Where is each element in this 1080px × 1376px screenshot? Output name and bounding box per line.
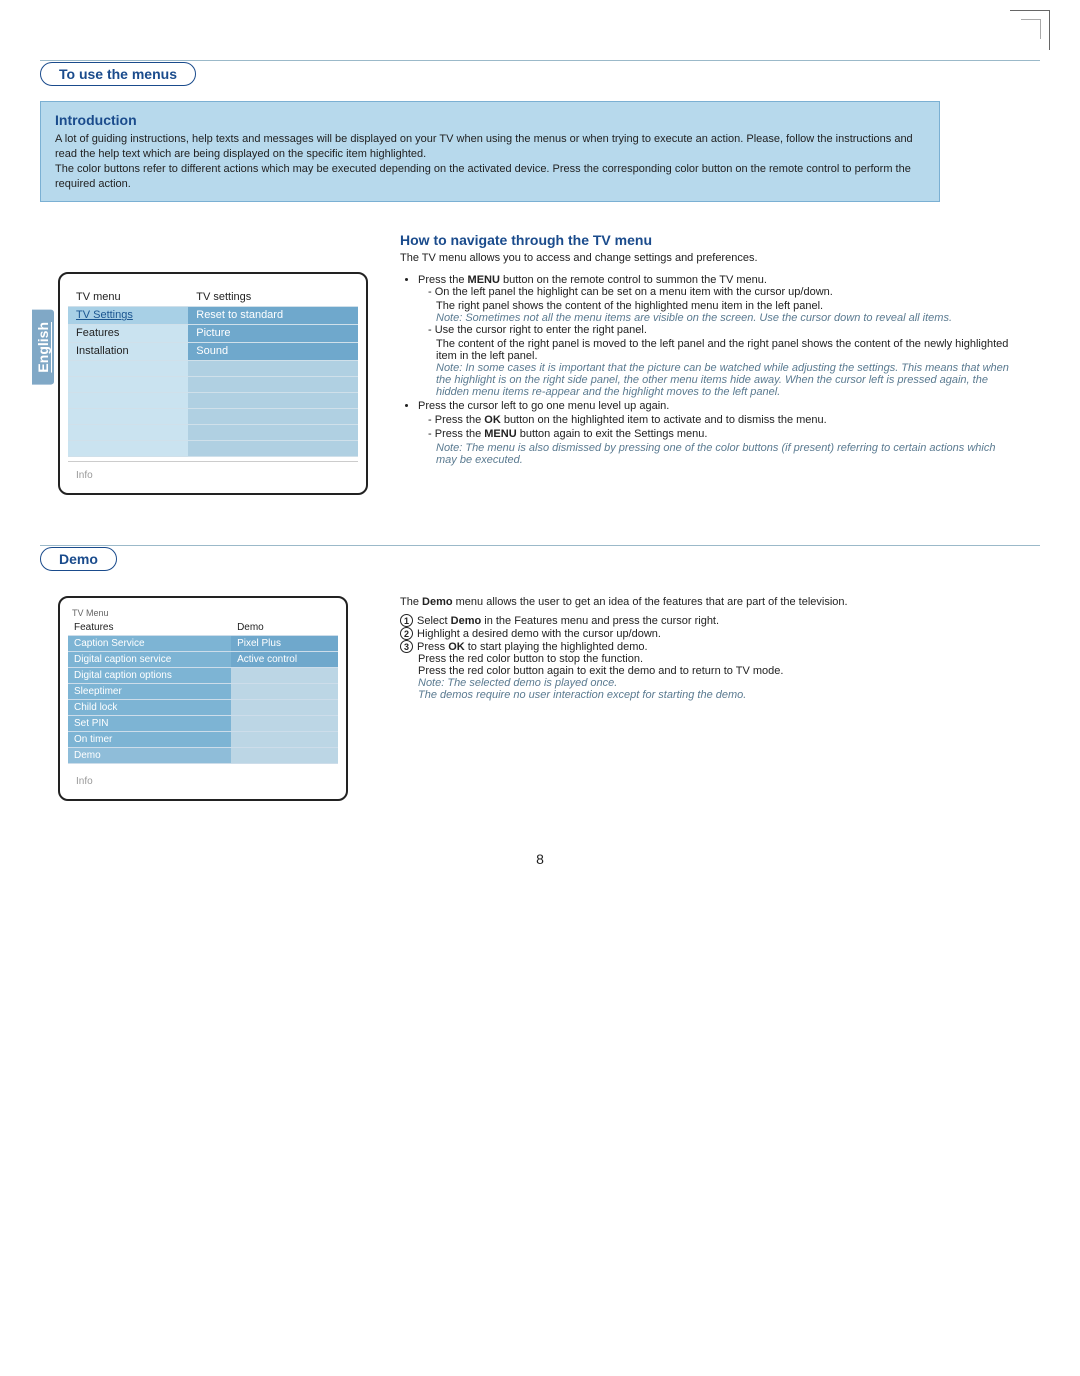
intro-box: Introduction A lot of guiding instructio… bbox=[40, 101, 940, 202]
crop-mark bbox=[1010, 10, 1050, 50]
nav-heading: How to navigate through the TV menu bbox=[400, 232, 1010, 248]
divider bbox=[40, 60, 1040, 61]
nav-instructions: How to navigate through the TV menu The … bbox=[400, 232, 1040, 495]
demo-instructions: The Demo menu allows the user to get an … bbox=[400, 596, 1040, 802]
demo-menu-illustration: TV Menu FeaturesDemo Caption ServicePixe… bbox=[40, 596, 370, 802]
section-title: To use the menus bbox=[40, 62, 196, 86]
language-tab: English bbox=[32, 310, 54, 385]
menu-info: Info bbox=[68, 461, 358, 483]
page: To use the menus Introduction A lot of g… bbox=[0, 0, 1080, 897]
menu-illustration: TV menuTV settings TV SettingsReset to s… bbox=[40, 232, 370, 495]
intro-text: The color buttons refer to different act… bbox=[55, 162, 925, 192]
divider bbox=[40, 545, 1040, 546]
section-title: Demo bbox=[40, 547, 117, 571]
intro-heading: Introduction bbox=[55, 112, 925, 128]
intro-text: A lot of guiding instructions, help text… bbox=[55, 132, 925, 162]
page-number: 8 bbox=[40, 851, 1040, 867]
